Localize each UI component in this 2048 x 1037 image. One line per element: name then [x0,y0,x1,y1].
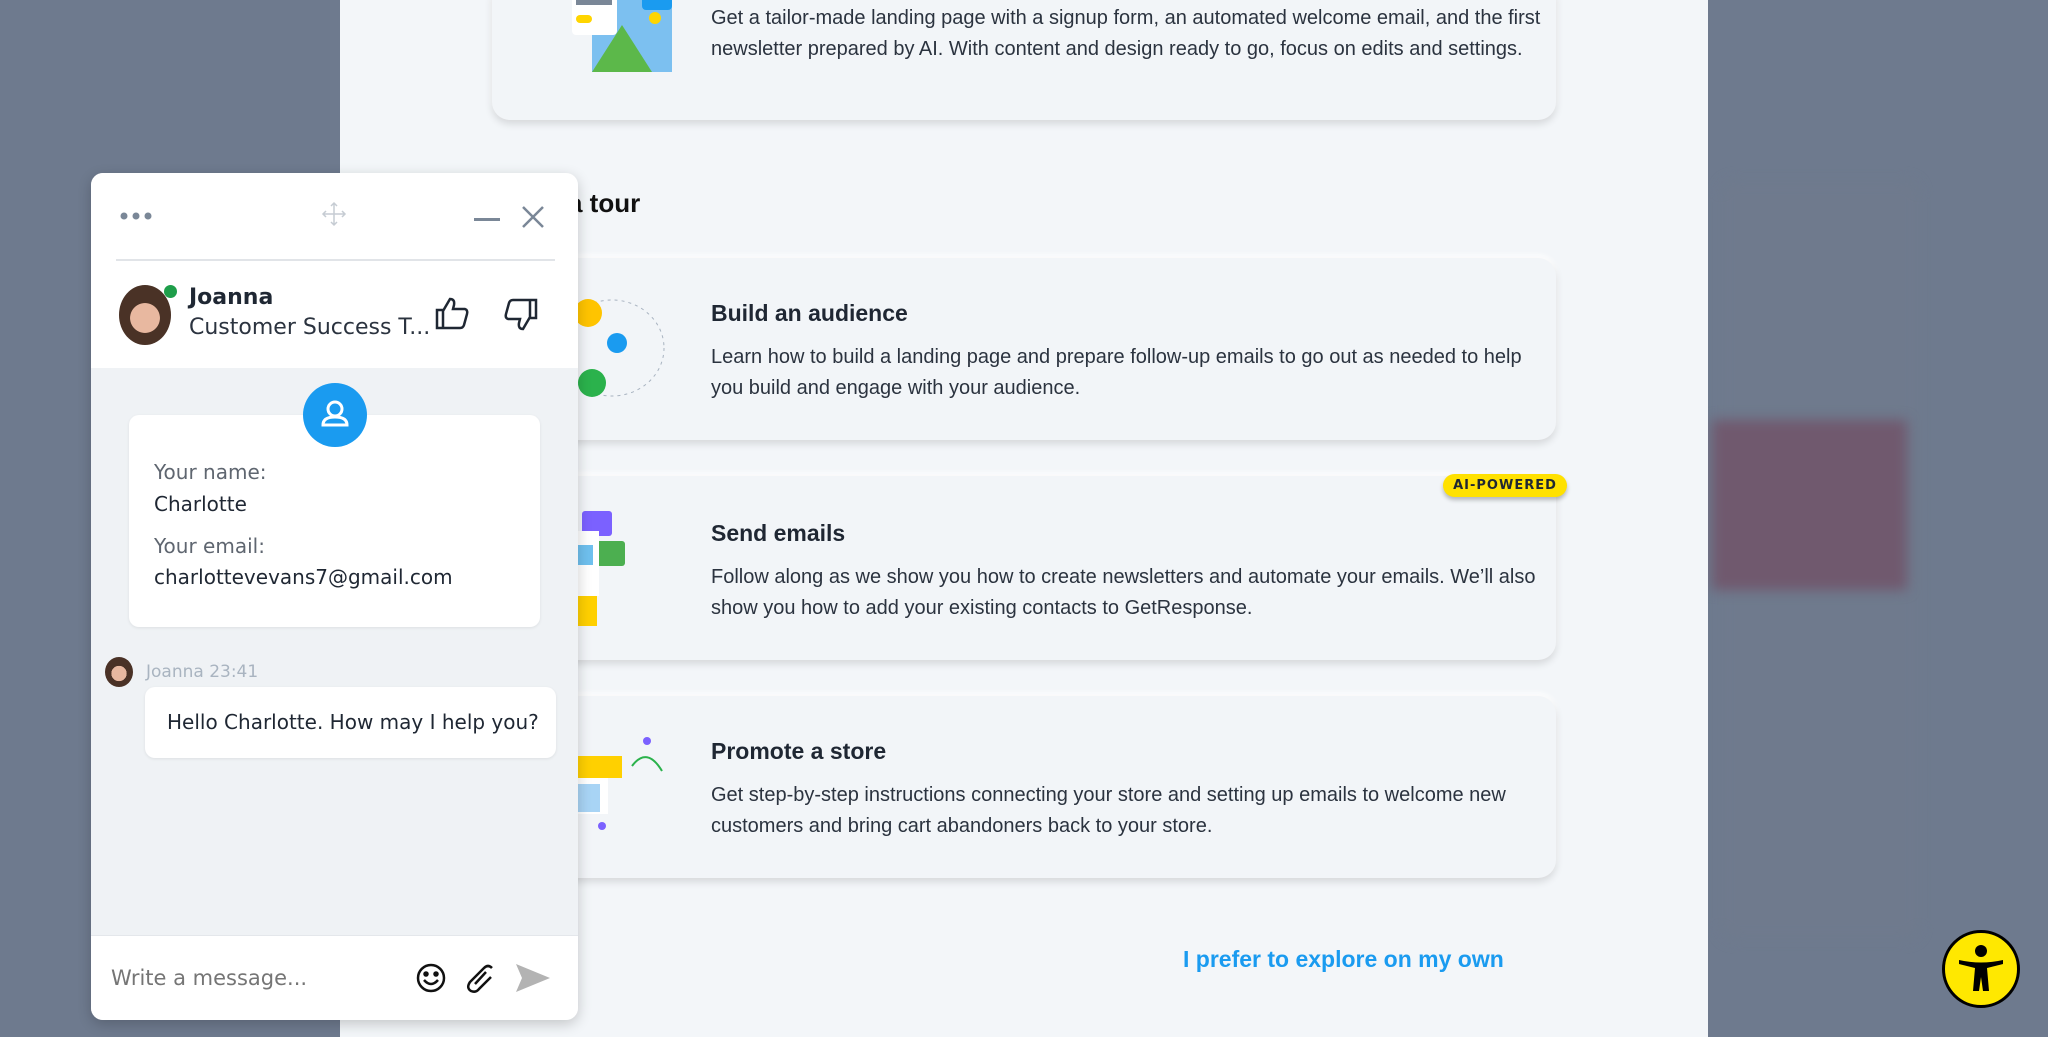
ai-powered-badge: AI-POWERED [1443,474,1567,497]
online-status-dot [164,285,177,298]
chat-widget: Joanna Customer Success T... Your name: … [91,173,578,1020]
name-label: Your name: [154,460,267,484]
close-icon[interactable] [521,205,545,229]
accessibility-icon [1959,945,2003,991]
agent-title: Customer Success T... [189,315,431,340]
message-avatar [105,657,133,687]
thumbs-up-icon[interactable] [434,295,470,331]
blurred-background-image [1712,420,1907,590]
user-avatar-badge [303,383,367,447]
card-ai-setup[interactable]: Get a tailor-made landing page with a si… [492,0,1556,120]
email-label: Your email: [154,534,265,558]
card-promote-store[interactable]: Promote a store Get step-by-step instruc… [492,696,1556,878]
section-heading: a tour [568,188,641,218]
move-icon[interactable] [321,201,347,227]
thumbs-down-icon[interactable] [503,297,539,333]
message-composer [91,935,578,1020]
explore-on-my-own-link[interactable]: I prefer to explore on my own [1183,946,1504,973]
more-options-icon[interactable] [119,211,155,221]
header-divider [116,259,555,261]
card-description: Get a tailor-made landing page with a si… [711,7,1541,60]
card-title: Build an audience [711,300,908,326]
send-icon[interactable] [514,962,552,994]
card-build-audience[interactable]: Build an audience Learn how to build a l… [492,258,1556,440]
message-meta: Joanna 23:41 [146,662,259,682]
user-icon [321,400,349,427]
agent-name: Joanna [189,285,274,310]
attachment-icon[interactable] [464,962,498,994]
card-title: Promote a store [711,738,887,764]
minimize-icon[interactable] [474,217,502,223]
card-description: Learn how to build a landing page and pr… [711,346,1522,399]
chat-header: Joanna Customer Success T... [91,173,578,368]
card-description: Follow along as we show you how to creat… [711,566,1536,619]
card-send-emails[interactable]: Send emails Follow along as we show you … [492,476,1556,660]
message-input[interactable] [111,958,391,998]
card-description: Get step-by-step instructions connecting… [711,784,1506,837]
emoji-icon[interactable] [415,962,447,994]
accessibility-button[interactable] [1942,930,2020,1008]
landing-page-illustration-icon [572,0,672,72]
name-value: Charlotte [154,492,247,516]
email-value: charlottevevans7@gmail.com [154,565,453,589]
message-bubble: Hello Charlotte. How may I help you? [145,687,556,758]
card-title: Send emails [711,520,846,546]
agent-avatar [119,285,171,345]
